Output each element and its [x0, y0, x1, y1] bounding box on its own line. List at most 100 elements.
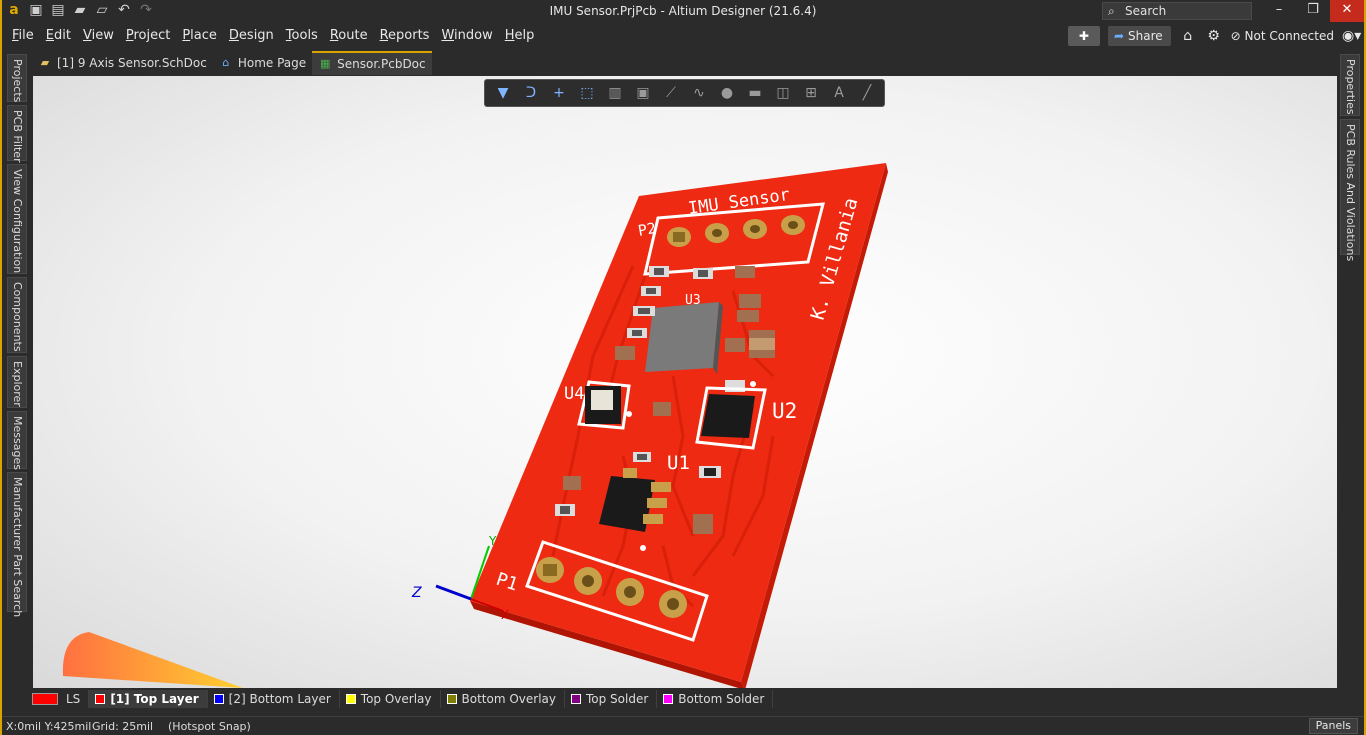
- window-controls: – ❐ ✕: [1262, 0, 1364, 22]
- axis-z-label: Z: [411, 585, 422, 601]
- tab-label: [1] 9 Axis Sensor.SchDoc: [57, 56, 207, 70]
- p2-label: P2: [637, 219, 658, 240]
- menu-help[interactable]: Help: [503, 28, 543, 43]
- tab-label: Sensor.PcbDoc: [337, 57, 426, 71]
- status-bar: X:0mil Y:425mil Grid: 25mil (Hotspot Sna…: [2, 716, 1364, 735]
- layer-tab-bottom-solder[interactable]: Bottom Solder: [657, 690, 774, 708]
- menu-route[interactable]: Route: [328, 28, 376, 43]
- main-menu: File Edit View Project Place Design Tool…: [10, 28, 544, 43]
- panel-tab-label: View Configuration: [11, 169, 24, 274]
- menu-view[interactable]: View: [81, 28, 122, 43]
- compass-cone: [62, 632, 243, 688]
- left-panel-strip: Projects PCB Filter View Configuration C…: [4, 49, 30, 689]
- comment-icon: ✚: [1078, 29, 1089, 43]
- panel-tab-label: Manufacturer Part Search: [11, 477, 24, 618]
- menu-tools[interactable]: Tools: [284, 28, 326, 43]
- layer-tab-bottom-layer[interactable]: [2] Bottom Layer: [208, 690, 340, 708]
- menu-reports[interactable]: Reports: [378, 28, 438, 43]
- layer-label: Bottom Overlay: [461, 692, 556, 706]
- restore-button[interactable]: ❐: [1296, 0, 1330, 22]
- search-placeholder: Search: [1125, 4, 1167, 18]
- user-avatar-icon[interactable]: ◉▾: [1342, 28, 1361, 44]
- menu-file[interactable]: File: [10, 28, 42, 43]
- share-icon: ➦: [1113, 29, 1125, 43]
- panel-tab-label: Components: [11, 282, 24, 352]
- menu-place[interactable]: Place: [180, 28, 225, 43]
- menu-project[interactable]: Project: [124, 28, 179, 43]
- menu-window[interactable]: Window: [439, 28, 500, 43]
- panel-tab-view-configuration[interactable]: View Configuration: [7, 164, 27, 274]
- layer-tab-top-layer[interactable]: [1] Top Layer: [89, 690, 208, 708]
- panel-tab-projects[interactable]: Projects: [7, 54, 27, 102]
- layer-label: [2] Bottom Layer: [228, 692, 331, 706]
- u2-label: U2: [772, 399, 797, 423]
- panel-tab-properties[interactable]: Properties: [1340, 54, 1360, 116]
- connection-label: Not Connected: [1244, 29, 1334, 43]
- layer-tab-bottom-overlay[interactable]: Bottom Overlay: [441, 690, 565, 708]
- search-input[interactable]: ⌕ Search: [1102, 2, 1252, 20]
- layer-set-label: LS: [66, 692, 81, 706]
- layer-label: Top Solder: [585, 692, 649, 706]
- panel-tab-pcb-filter[interactable]: PCB Filter: [7, 105, 27, 163]
- layer-tabs: LS [1] Top Layer [2] Bottom Layer Top Ov…: [32, 689, 1338, 709]
- tab-label: Home Page: [237, 56, 307, 70]
- panel-tab-pcb-rules[interactable]: PCB Rules And Violations: [1340, 119, 1360, 261]
- u3-label: U3: [685, 293, 701, 308]
- right-panel-strip: Properties PCB Rules And Violations: [1338, 49, 1362, 689]
- layer-color-swatch: [570, 694, 581, 704]
- layer-tab-top-overlay[interactable]: Top Overlay: [340, 690, 441, 708]
- title-bar: a ▣ ▤ ▰ ▱ ↶ ↷ IMU Sensor.PrjPcb - Altium…: [2, 0, 1364, 23]
- snap-mode: (Hotspot Snap): [168, 720, 251, 733]
- comment-button[interactable]: ✚: [1067, 26, 1100, 46]
- home-icon[interactable]: ⌂: [1179, 28, 1197, 44]
- pcb-icon: ▦: [319, 57, 331, 70]
- panel-tab-label: PCB Filter: [11, 110, 24, 163]
- layer-color-swatch: [213, 694, 224, 704]
- share-button[interactable]: ➦ Share: [1107, 26, 1171, 46]
- axis-x-label: X: [501, 608, 509, 622]
- home-icon: ⌂: [222, 56, 230, 69]
- layer-color-swatch: [345, 694, 356, 704]
- panel-tab-explorer[interactable]: Explorer: [7, 356, 27, 408]
- layer-color-swatch: [95, 694, 106, 704]
- panel-tab-label: Properties: [1344, 59, 1357, 115]
- schematic-icon: ▰: [40, 56, 50, 69]
- pcb-3d-canvas[interactable]: ▼ ᑐ + ⬚ ▥ ▣ ⟋ ∿ ● ▬ ◫ ⊞ A ╱ IMU Sensor P…: [33, 76, 1337, 688]
- panel-tab-manufacturer-part-search[interactable]: Manufacturer Part Search: [7, 472, 27, 617]
- minimize-button[interactable]: –: [1262, 0, 1296, 22]
- search-icon: ⌕: [1108, 4, 1115, 18]
- layer-tab-top-solder[interactable]: Top Solder: [565, 690, 658, 708]
- close-button[interactable]: ✕: [1330, 0, 1364, 22]
- layer-color-swatch: [446, 694, 457, 704]
- panel-tab-messages[interactable]: Messages: [7, 411, 27, 470]
- menu-edit[interactable]: Edit: [44, 28, 79, 43]
- app-window: a ▣ ▤ ▰ ▱ ↶ ↷ IMU Sensor.PrjPcb - Altium…: [0, 0, 1366, 735]
- document-tabs: ▰ [1] 9 Axis Sensor.SchDoc ⌂ Home Page ▦…: [32, 51, 432, 75]
- layer-label: Top Overlay: [360, 692, 432, 706]
- gear-icon[interactable]: ⚙: [1205, 28, 1223, 44]
- u1-label: U1: [667, 452, 690, 474]
- layer-set-swatch: [32, 693, 58, 705]
- panel-tab-label: PCB Rules And Violations: [1344, 124, 1357, 262]
- panels-button[interactable]: Panels: [1308, 718, 1358, 734]
- layer-label: [1] Top Layer: [110, 692, 199, 706]
- menu-right-area: ✚ ➦ Share ⌂ ⚙ ⊘ Not Connected ◉▾: [1067, 26, 1361, 46]
- panel-tab-label: Explorer: [11, 361, 24, 407]
- menu-bar: File Edit View Project Place Design Tool…: [2, 23, 1364, 49]
- layer-label: Bottom Solder: [678, 692, 765, 706]
- u4-label: U4: [564, 384, 584, 404]
- connection-status[interactable]: ⊘ Not Connected: [1231, 29, 1334, 43]
- tab-pcb[interactable]: ▦ Sensor.PcbDoc: [312, 51, 432, 75]
- layer-color-swatch: [663, 694, 674, 704]
- disconnected-icon: ⊘: [1230, 29, 1245, 43]
- layer-set-button[interactable]: LS: [32, 690, 90, 708]
- panel-tab-label: Projects: [11, 59, 24, 103]
- share-label: Share: [1128, 29, 1163, 43]
- cursor-coordinates: X:0mil Y:425mil: [6, 720, 92, 733]
- tab-schematic[interactable]: ▰ [1] 9 Axis Sensor.SchDoc: [32, 51, 213, 75]
- axis-y-label: Y: [488, 534, 497, 548]
- pcb-3d-view: IMU Sensor P2 K. Villania U3 U4 U2 U1 P1…: [62, 163, 888, 688]
- panel-tab-components[interactable]: Components: [7, 277, 27, 353]
- menu-design[interactable]: Design: [227, 28, 282, 43]
- tab-home-page[interactable]: ⌂ Home Page: [213, 51, 312, 75]
